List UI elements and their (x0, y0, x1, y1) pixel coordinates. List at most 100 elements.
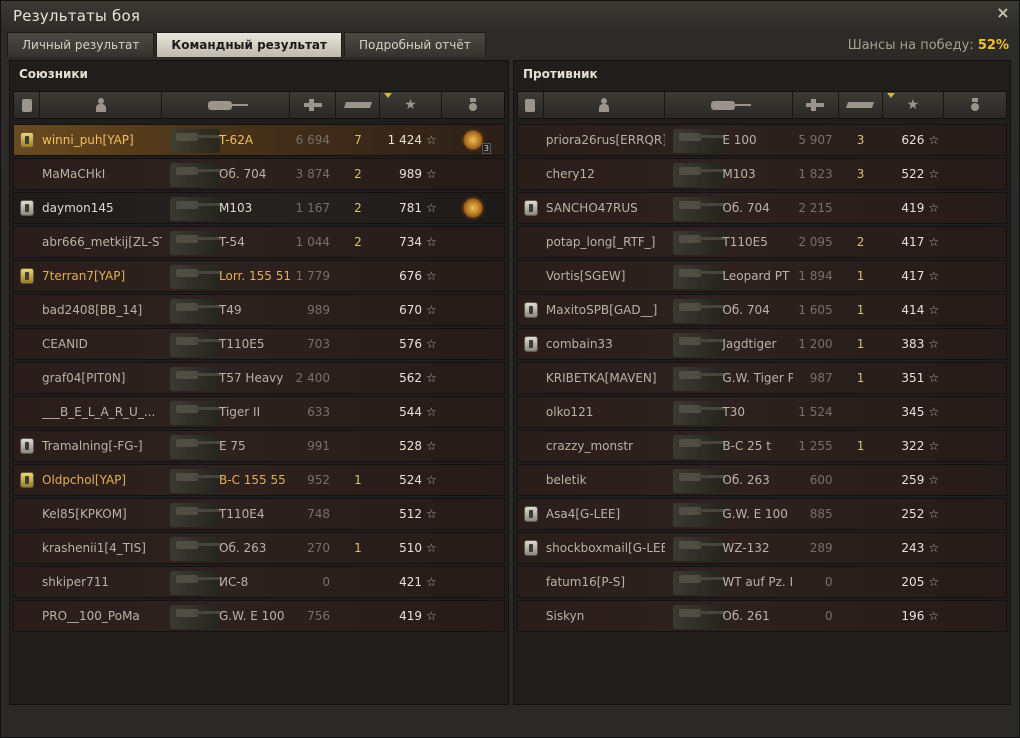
player-row[interactable]: Siskyn Об. 261 0 196 ☆ (517, 600, 1007, 632)
xp-value: 528 (399, 439, 422, 453)
star-icon: ☆ (928, 235, 940, 249)
tab-personal-result[interactable]: Личный результат (7, 32, 155, 57)
tank-name: Об. 704 (219, 167, 267, 181)
player-row[interactable]: winni_puh[YAP] T-62A 6 694 7 1 424 ☆ 3 (13, 124, 505, 156)
player-row[interactable]: daymon145 M103 1 167 2 781 ☆ (13, 192, 505, 224)
player-row[interactable]: KRIBETKA[MAVEN] G.W. Tiger P 987 1 351 ☆ (517, 362, 1007, 394)
col-badge-icon[interactable] (14, 92, 40, 118)
col-medals-icon[interactable] (442, 92, 504, 118)
player-row[interactable]: graf04[PIT0N] T57 Heavy 2 400 562 ☆ (13, 362, 505, 394)
tank-cell: B-C 155 55 (162, 465, 290, 495)
xp-value: 322 (901, 439, 925, 453)
player-row[interactable]: potap_long[_RTF_] T110E5 2 095 2 417 ☆ (517, 226, 1007, 258)
rank-badge-icon (523, 200, 538, 216)
col-tank-icon[interactable] (162, 92, 290, 118)
xp-value: 417 (901, 269, 925, 283)
player-row[interactable]: priora26rus[ERRQR] E 100 5 907 3 626 ☆ (517, 124, 1007, 156)
star-icon: ☆ (928, 473, 940, 487)
tank-icon (673, 163, 726, 187)
damage-value: 2 400 (295, 371, 330, 385)
player-row[interactable]: combain33 Jagdtiger 1 200 1 383 ☆ (517, 328, 1007, 360)
kills-value (336, 601, 380, 631)
col-medals-icon[interactable] (944, 92, 1006, 118)
medal-icon[interactable]: 3 (463, 130, 491, 154)
damage-value: 1 044 (295, 235, 330, 249)
tank-cell: Leopard PT A (665, 261, 793, 291)
player-row[interactable]: MaMaCHkI Об. 704 3 874 2 989 ☆ (13, 158, 505, 190)
medal-cell (442, 295, 504, 325)
rank-badge-cell (14, 431, 40, 461)
player-name: winni_puh[YAP] (42, 133, 134, 147)
player-name: crazzy_monstr (545, 439, 634, 453)
player-row[interactable]: chery12 M103 1 823 3 522 ☆ (517, 158, 1007, 190)
col-tank-icon[interactable] (665, 92, 793, 118)
col-player-icon[interactable] (544, 92, 666, 118)
player-row[interactable]: Tramalning[-FG-] E 75 991 528 ☆ (13, 430, 505, 462)
tab-team-result[interactable]: Командный результат (156, 32, 342, 57)
xp-value: 259 (901, 473, 925, 487)
player-row[interactable]: crazzy_monstr B-C 25 t 1 255 1 322 ☆ (517, 430, 1007, 462)
tank-icon (170, 503, 222, 527)
tank-cell: T110E5 (665, 227, 792, 257)
player-row[interactable]: beletik Об. 263 600 259 ☆ (517, 464, 1007, 496)
col-kills-icon[interactable] (839, 92, 883, 118)
damage-value: 885 (809, 507, 833, 521)
medal-cell (944, 159, 1006, 189)
tank-name: B-C 25 t (722, 439, 771, 453)
tank-cell: Об. 261 (665, 601, 792, 631)
kills-value: 1 (354, 541, 362, 555)
medal-cell (944, 295, 1006, 325)
player-row[interactable]: bad2408[BB_14] T49 989 670 ☆ (13, 294, 505, 326)
col-damage-icon[interactable] (290, 92, 336, 118)
col-badge-icon[interactable] (518, 92, 544, 118)
col-damage-icon[interactable] (793, 92, 839, 118)
tank-icon (170, 299, 222, 323)
tab-detailed-report[interactable]: Подробный отчёт (343, 32, 486, 57)
col-kills-icon[interactable] (336, 92, 380, 118)
player-row[interactable]: PRO__100_PoMa G.W. E 100 756 419 ☆ (13, 600, 505, 632)
tank-cell: Tiger II (162, 397, 290, 427)
player-row[interactable]: ___B_E_L_A_R_U_... Tiger II 633 544 ☆ (13, 396, 505, 428)
xp-value: 205 (901, 575, 925, 589)
xp-value: 734 (399, 235, 422, 249)
tank-name: G.W. Tiger P (722, 371, 793, 385)
player-row[interactable]: SANCHO47RUS Об. 704 2 215 419 ☆ (517, 192, 1007, 224)
xp-value: 1 424 (387, 133, 422, 147)
player-row[interactable]: MaxitoSPB[GAD__] Об. 704 1 605 1 414 ☆ (517, 294, 1007, 326)
tank-icon (673, 571, 726, 595)
rank-badge-icon (523, 540, 538, 556)
medal-cell (944, 601, 1006, 631)
rank-badge-cell (14, 567, 40, 597)
medal-icon[interactable] (463, 198, 483, 218)
rank-badge-cell (518, 227, 544, 257)
medal-cell (944, 193, 1006, 223)
player-row[interactable]: olko121 T30 1 524 345 ☆ (517, 396, 1007, 428)
player-row[interactable]: Asa4[G-LEE] G.W. E 100 885 252 ☆ (517, 498, 1007, 530)
star-icon: ☆ (426, 337, 437, 351)
player-row[interactable]: CEANID T110E5 703 576 ☆ (13, 328, 505, 360)
tank-cell: T110E4 (162, 499, 290, 529)
close-icon[interactable]: × (995, 5, 1011, 21)
player-row[interactable]: krashenii1[4_TIS] Об. 263 270 1 510 ☆ (13, 532, 505, 564)
col-xp-star-icon[interactable]: ★ (380, 92, 442, 118)
player-row[interactable]: abr666_metkij[ZL-ST] T-54 1 044 2 734 ☆ (13, 226, 505, 258)
col-xp-star-icon[interactable]: ★ (883, 92, 945, 118)
tank-cell: T30 (665, 397, 792, 427)
player-row[interactable]: shockboxmail[G-LEE] WZ-132 289 243 ☆ (517, 532, 1007, 564)
tank-icon (170, 197, 222, 221)
star-icon: ☆ (426, 507, 437, 521)
damage-value: 991 (307, 439, 330, 453)
player-row[interactable]: 7terran7[YAP] Lorr. 155 51 1 779 676 ☆ (13, 260, 505, 292)
rank-badge-icon (523, 506, 538, 522)
tank-name: WZ-132 (722, 541, 770, 555)
player-row[interactable]: Vortis[SGEW] Leopard PT A 1 894 1 417☆ (517, 260, 1007, 292)
medal-cell (442, 227, 504, 257)
tank-name: T110E5 (219, 337, 265, 351)
player-name: Kel85[KPKOM] (42, 507, 127, 521)
player-row[interactable]: fatum16[P-S] WT auf Pz. IV 0 205☆ (517, 566, 1007, 598)
col-player-icon[interactable] (40, 92, 162, 118)
player-row[interactable]: Oldpchol[YAP] B-C 155 55 952 1 524 ☆ (13, 464, 505, 496)
player-row[interactable]: Kel85[KPKOM] T110E4 748 512 ☆ (13, 498, 505, 530)
player-row[interactable]: shkiper711 ИС-8 0 421 ☆ (13, 566, 505, 598)
medal-cell (944, 397, 1006, 427)
